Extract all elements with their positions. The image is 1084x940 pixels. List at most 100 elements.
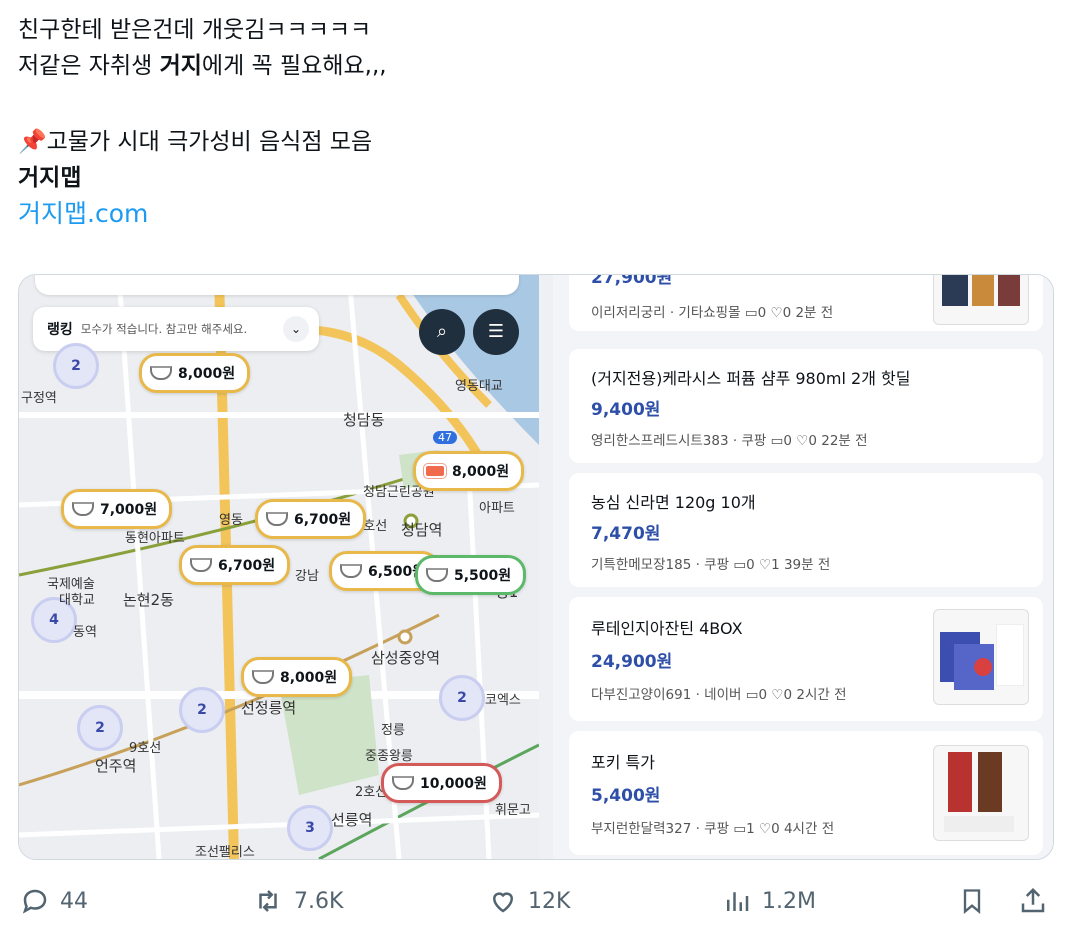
- price-pin[interactable]: 8,000원: [241, 657, 353, 697]
- reply-button[interactable]: 44: [20, 886, 88, 916]
- map-cluster[interactable]: 2: [439, 675, 485, 721]
- map-label: 정릉: [381, 723, 405, 738]
- thumb-icon: ♡: [796, 433, 809, 449]
- thumb-icon: ♡: [758, 557, 772, 573]
- deal-thumbnail: [933, 745, 1029, 841]
- deal-meta: 기특한메모장185 · 쿠팡 ▭0 ♡1 39분 전: [591, 557, 831, 573]
- heart-icon: [492, 892, 514, 913]
- comment-icon: ▭: [745, 687, 759, 703]
- map-label: 논현2동: [123, 591, 174, 609]
- map-label: 영동: [219, 513, 243, 528]
- map-label: 영동대교: [455, 379, 503, 394]
- map-cluster[interactable]: 3: [287, 805, 333, 851]
- map-label: 동현아파트: [125, 531, 185, 546]
- deal-title: 농심 신라면 120g 10개: [591, 493, 756, 512]
- deal-time: 4시간 전: [783, 821, 835, 837]
- share-button[interactable]: [1018, 886, 1048, 916]
- map-label: 아파트: [479, 501, 515, 516]
- post-image[interactable]: 랭킹 모수가 적습니다. 참고만 해주세요. ⌄ ⌕ ☰ 2 4 2 2 2 3…: [18, 274, 1054, 860]
- price-pin-label: 8,000원: [178, 366, 236, 382]
- views-button[interactable]: 1.2M: [722, 886, 816, 916]
- rice-bowl-icon: [252, 670, 274, 684]
- deal-item[interactable]: 농심 신라면 120g 10개 7,470원 기특한메모장185 · 쿠팡 ▭0…: [569, 473, 1043, 587]
- price-pin-label: 5,500원: [454, 568, 512, 584]
- post-actions: 44 7.6K 12K 1.2M: [0, 880, 1084, 930]
- post-line-3-text: 고물가 시대 극가성비 음식점 모음: [46, 129, 373, 155]
- like-button[interactable]: 12K: [488, 886, 570, 916]
- price-pin[interactable]: 8,000원: [139, 353, 251, 393]
- deal-seller: 다부진고양이691: [591, 687, 692, 703]
- price-pin[interactable]: 6,700원: [255, 499, 367, 539]
- post-line-2-bold: 거지: [159, 53, 202, 79]
- deal-shop: 네이버: [704, 687, 742, 703]
- deal-seller: 이리저리궁리: [591, 305, 666, 321]
- deal-meta: 이리저리궁리 · 기타쇼핑몰 ▭0 ♡0 2분 전: [591, 305, 834, 321]
- post-line-1: 친구한테 받은건데 개웃김ㅋㅋㅋㅋㅋ: [18, 17, 372, 43]
- map-cluster[interactable]: 2: [77, 705, 123, 751]
- deal-list[interactable]: 27,900원 이리저리궁리 · 기타쇼핑몰 ▭0 ♡0 2분 전 (거지전용)…: [553, 275, 1053, 859]
- deal-price: 5,400원: [591, 786, 661, 806]
- price-pin[interactable]: 10,000원: [381, 763, 502, 803]
- chevron-down-icon[interactable]: ⌄: [283, 316, 309, 342]
- map-label: 조선팰리스: [195, 845, 255, 859]
- map-label: 구정역: [21, 391, 57, 406]
- price-pin-label: 10,000원: [420, 776, 487, 792]
- deal-item[interactable]: 27,900원 이리저리궁리 · 기타쇼핑몰 ▭0 ♡0 2분 전: [569, 274, 1043, 331]
- deal-seller: 기특한메모장185: [591, 557, 692, 573]
- map-label: 언주역: [95, 757, 137, 775]
- repost-button[interactable]: 7.6K: [252, 886, 343, 916]
- deal-item[interactable]: 포키 특가 5,400원 부지런한달력327 · 쿠팡 ▭1 ♡0 4시간 전: [569, 731, 1043, 855]
- price-pin[interactable]: 5,500원: [415, 555, 527, 595]
- deal-thumbnail: [933, 609, 1029, 705]
- map-search-bar[interactable]: [35, 275, 519, 295]
- thumb-icon: ♡: [758, 821, 772, 837]
- like-count: 0: [808, 433, 817, 449]
- map-view[interactable]: 랭킹 모수가 적습니다. 참고만 해주세요. ⌄ ⌕ ☰ 2 4 2 2 2 3…: [19, 275, 539, 859]
- price-pin-label: 6,700원: [218, 558, 276, 574]
- deal-item[interactable]: (거지전용)케라시스 퍼퓸 샴푸 980ml 2개 핫딜 9,400원 영리한스…: [569, 349, 1043, 463]
- bookmark-icon: [963, 889, 981, 914]
- rice-bowl-icon: [150, 366, 172, 380]
- deal-seller: 부지런한달력327: [591, 821, 692, 837]
- repost-icon: [259, 890, 277, 912]
- map-label: 선릉역: [331, 811, 373, 829]
- price-pin[interactable]: 6,700원: [179, 545, 291, 585]
- rice-bowl-icon: [340, 564, 362, 578]
- deal-time: 2시간 전: [796, 687, 847, 703]
- map-label: 휘문고: [495, 803, 531, 818]
- comment-count: 0: [746, 557, 755, 573]
- price-pin-label: 8,000원: [280, 670, 338, 686]
- deal-title: (거지전용)케라시스 퍼퓸 샴푸 980ml 2개 핫딜: [591, 369, 911, 388]
- rice-bowl-icon: [190, 558, 212, 572]
- deal-shop: 쿠팡: [704, 821, 730, 837]
- views-icon: [727, 892, 749, 911]
- price-pin[interactable]: 8,000원: [413, 451, 525, 491]
- map-cluster[interactable]: 2: [53, 343, 99, 389]
- filter-icon[interactable]: ☰: [473, 309, 519, 355]
- map-label: 청담동: [343, 411, 385, 429]
- price-pin-label: 8,000원: [452, 464, 510, 480]
- map-label: 동역: [73, 625, 97, 640]
- deal-time: 22분 전: [821, 433, 868, 449]
- search-icon[interactable]: ⌕: [419, 309, 465, 355]
- deal-item[interactable]: 루테인지아잔틴 4BOX 24,900원 다부진고양이691 · 네이버 ▭0 …: [569, 597, 1043, 721]
- map-cluster[interactable]: 2: [179, 687, 225, 733]
- comment-icon: ▭: [744, 305, 758, 321]
- price-pin-label: 6,700원: [294, 512, 352, 528]
- sushi-icon: [424, 464, 446, 478]
- like-count: 0: [782, 305, 792, 321]
- deal-seller: 영리한스프레드시트383: [591, 433, 729, 449]
- deal-price: 24,900원: [591, 652, 673, 672]
- map-label: 9호선: [129, 741, 162, 756]
- panel-divider: [539, 275, 553, 859]
- bookmark-button[interactable]: [958, 886, 986, 916]
- ranking-note: 모수가 적습니다. 참고만 해주세요.: [80, 322, 248, 336]
- post-link[interactable]: 거지맵.com: [18, 196, 387, 232]
- rice-bowl-icon: [266, 512, 288, 526]
- price-pin[interactable]: 7,000원: [61, 489, 173, 529]
- comment-count: 0: [757, 305, 767, 321]
- map-label: 청담역: [401, 521, 443, 539]
- deal-price: 9,400원: [591, 400, 661, 420]
- post-line-2-start: 저같은 자취생: [18, 53, 160, 79]
- deal-price: 27,900원: [591, 274, 673, 288]
